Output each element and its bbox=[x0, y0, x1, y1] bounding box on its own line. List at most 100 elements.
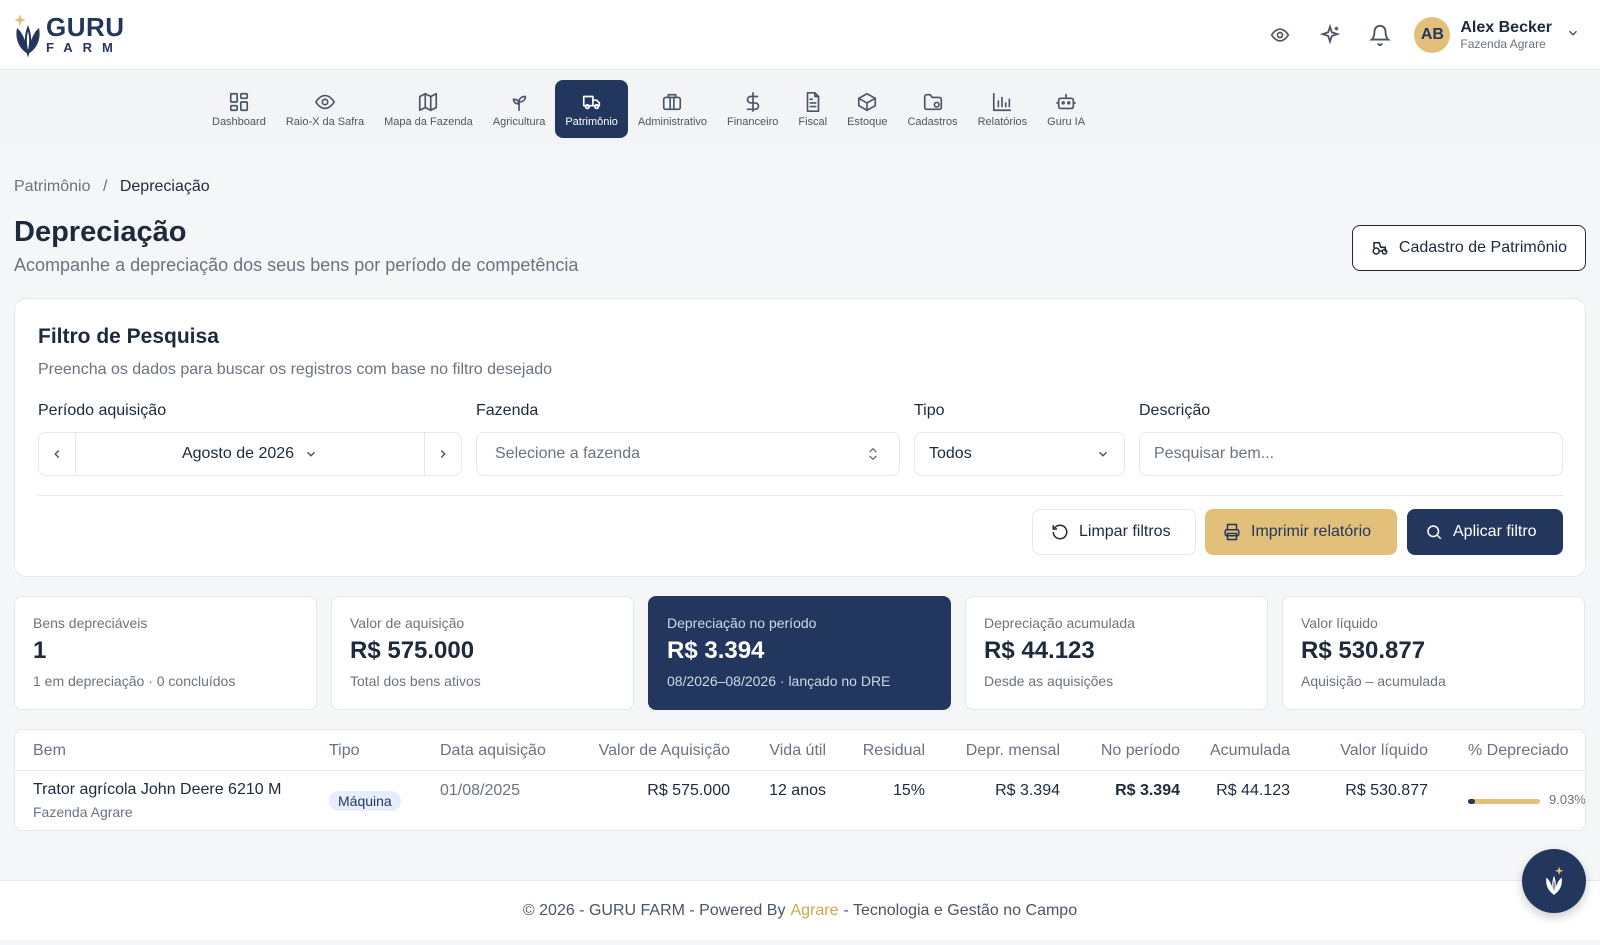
bar-chart-icon bbox=[993, 92, 1012, 111]
logo-leaf-icon bbox=[14, 14, 40, 58]
imprimir-relatorio-button[interactable]: Imprimir relatório bbox=[1205, 509, 1397, 555]
truck-icon bbox=[582, 95, 600, 109]
nav-item-cadastros[interactable]: Cadastros bbox=[897, 80, 967, 138]
avatar[interactable]: AB bbox=[1414, 17, 1451, 53]
cadastro-patrimonio-button[interactable]: Cadastro de Patrimônio bbox=[1351, 225, 1586, 271]
footer-brand-link[interactable]: Agrare bbox=[790, 902, 838, 920]
briefcase-icon bbox=[663, 93, 682, 110]
kpi-valor-liquido: Valor líquido R$ 530.877 Aquisição – acu… bbox=[1282, 596, 1585, 710]
col-header-mensal[interactable]: Depr. mensal bbox=[950, 742, 1060, 760]
breadcrumb-separator: / bbox=[102, 178, 108, 195]
nav-item-relat-rios[interactable]: Relatórios bbox=[968, 80, 1038, 138]
nav-item-fiscal[interactable]: Fiscal bbox=[788, 80, 837, 138]
col-header-data[interactable]: Data aquisição bbox=[440, 742, 546, 760]
kpi-value: R$ 575.000 bbox=[350, 637, 475, 664]
depreciation-table: Bem Tipo Data aquisição Valor de Aquisiç… bbox=[14, 729, 1586, 831]
descricao-input[interactable]: Pesquisar bem... bbox=[1139, 432, 1563, 476]
tipo-badge: Máquina bbox=[329, 791, 401, 811]
filter-title: Filtro de Pesquisa bbox=[38, 325, 219, 348]
fazenda-select[interactable]: Selecione a fazenda bbox=[476, 432, 900, 476]
chevron-down-icon[interactable] bbox=[1566, 26, 1580, 45]
cadastro-patrimonio-label: Cadastro de Patrimônio bbox=[1398, 239, 1567, 256]
tipo-value: Todos bbox=[929, 445, 972, 462]
chevrons-up-down-icon bbox=[869, 447, 877, 461]
nav-item-label: Administrativo bbox=[637, 115, 707, 128]
col-header-liquido[interactable]: Valor líquido bbox=[1310, 742, 1428, 760]
bell-icon[interactable] bbox=[1368, 23, 1392, 47]
page-subtitle: Acompanhe a depreciação dos seus bens po… bbox=[14, 255, 579, 275]
nav-item-financeiro[interactable]: Financeiro bbox=[717, 80, 788, 138]
kpi-value: R$ 530.877 bbox=[1301, 637, 1426, 664]
aplicar-filtro-label: Aplicar filtro bbox=[1453, 523, 1537, 540]
nav-item-mapa-da-fazenda[interactable]: Mapa da Fazenda bbox=[374, 80, 483, 138]
depreciation-progress-bar bbox=[1468, 799, 1540, 804]
breadcrumb-parent[interactable]: Patrimônio bbox=[14, 178, 90, 195]
nav-item-label: Estoque bbox=[847, 115, 888, 128]
periodo-dropdown[interactable]: Agosto de 2026 bbox=[76, 445, 424, 463]
sprout-icon bbox=[512, 95, 527, 111]
main-nav-bar: Dashboard Raio-X da Safra Mapa da Fazenda A… bbox=[0, 70, 1600, 148]
nav-item-label: Fiscal bbox=[798, 115, 828, 128]
col-header-valor[interactable]: Valor de Aquisição bbox=[585, 742, 730, 760]
kpi-subtext: Total dos bens ativos bbox=[350, 673, 481, 689]
nav-item-agricultura[interactable]: Agricultura bbox=[483, 80, 556, 138]
guru-ia-fab-button[interactable] bbox=[1522, 849, 1586, 913]
kpi-bens-depreciaveis: Bens depreciáveis 1 1 em depreciação · 0… bbox=[14, 596, 317, 710]
kpi-subtext: Desde as aquisições bbox=[984, 673, 1114, 689]
user-farm: Fazenda Agrare bbox=[1460, 37, 1546, 52]
fazenda-label: Fazenda bbox=[476, 402, 539, 419]
cell-valor: R$ 575.000 bbox=[647, 782, 730, 799]
filter-divider bbox=[38, 495, 1563, 496]
top-bar: GURU FARM AB Alex Becker Fazenda Agrare bbox=[0, 0, 1600, 70]
col-header-residual[interactable]: Residual bbox=[845, 742, 925, 760]
cell-liquido: R$ 530.877 bbox=[1345, 782, 1428, 799]
nav-item-dashboard[interactable]: Dashboard bbox=[202, 80, 276, 138]
user-menu[interactable]: Alex Becker Fazenda Agrare bbox=[1460, 18, 1552, 52]
nav-item-label: Raio-X da Safra bbox=[285, 115, 365, 128]
kpi-value: R$ 3.394 bbox=[667, 637, 765, 664]
cell-pct: 9.03% bbox=[1549, 792, 1586, 807]
nav-item-label: Patrimônio bbox=[565, 115, 618, 128]
nav-item-label: Agricultura bbox=[492, 115, 546, 128]
kpi-value: R$ 44.123 bbox=[984, 637, 1095, 664]
eye-icon[interactable] bbox=[1268, 23, 1292, 47]
nav-item-patrim-nio[interactable]: Patrimônio bbox=[555, 80, 628, 138]
col-header-vida[interactable]: Vida útil bbox=[750, 742, 826, 760]
periodo-value: Agosto de 2026 bbox=[181, 445, 295, 462]
next-month-button[interactable] bbox=[424, 433, 461, 475]
nav-item-label: Dashboard bbox=[212, 115, 266, 128]
chevron-down-icon bbox=[307, 451, 316, 457]
sparkles-icon[interactable] bbox=[1318, 23, 1342, 47]
previous-month-button[interactable] bbox=[39, 433, 76, 475]
logo-text-line1: GURU bbox=[46, 12, 125, 42]
kpi-label: Valor líquido bbox=[1301, 615, 1378, 631]
col-header-bem[interactable]: Bem bbox=[33, 742, 66, 760]
tipo-select[interactable]: Todos bbox=[914, 432, 1125, 476]
nav-item-label: Mapa da Fazenda bbox=[384, 115, 473, 128]
nav-item-administrativo[interactable]: Administrativo bbox=[628, 80, 717, 138]
descricao-label: Descrição bbox=[1139, 402, 1211, 419]
aplicar-filtro-button[interactable]: Aplicar filtro bbox=[1407, 509, 1563, 555]
limpar-filtros-button[interactable]: Limpar filtros bbox=[1032, 509, 1196, 555]
logo[interactable]: GURU FARM bbox=[12, 10, 125, 58]
kpi-depreciacao-acumulada: Depreciação acumulada R$ 44.123 Desde as… bbox=[965, 596, 1268, 710]
user-name: Alex Becker bbox=[1460, 19, 1552, 37]
dashboard-icon bbox=[229, 92, 248, 111]
logo-text-line2: FARM bbox=[46, 40, 123, 55]
col-header-acumulada[interactable]: Acumulada bbox=[1200, 742, 1290, 760]
nav-item-guru-ia[interactable]: Guru IA bbox=[1037, 80, 1095, 138]
kpi-valor-aquisicao: Valor de aquisição R$ 575.000 Total dos … bbox=[331, 596, 634, 710]
fazenda-placeholder: Selecione a fazenda bbox=[495, 445, 640, 462]
col-header-pct[interactable]: % Depreciado bbox=[1468, 742, 1569, 760]
col-header-tipo[interactable]: Tipo bbox=[329, 742, 360, 760]
cell-periodo: R$ 3.394 bbox=[1115, 782, 1180, 799]
kpi-depreciacao-periodo: Depreciação no período R$ 3.394 08/2026–… bbox=[648, 596, 951, 710]
nav-item-raio-x-da-safra[interactable]: Raio-X da Safra bbox=[276, 80, 374, 138]
nav-item-estoque[interactable]: Estoque bbox=[837, 80, 897, 138]
cell-mensal: R$ 3.394 bbox=[995, 782, 1060, 799]
col-header-periodo[interactable]: No período bbox=[1080, 742, 1180, 760]
cell-bem[interactable]: Trator agrícola John Deere 6210 M bbox=[33, 781, 281, 799]
kpi-label: Valor de aquisição bbox=[350, 615, 465, 631]
nav-item-label: Guru IA bbox=[1047, 115, 1086, 128]
chevron-down-icon bbox=[1098, 451, 1108, 457]
